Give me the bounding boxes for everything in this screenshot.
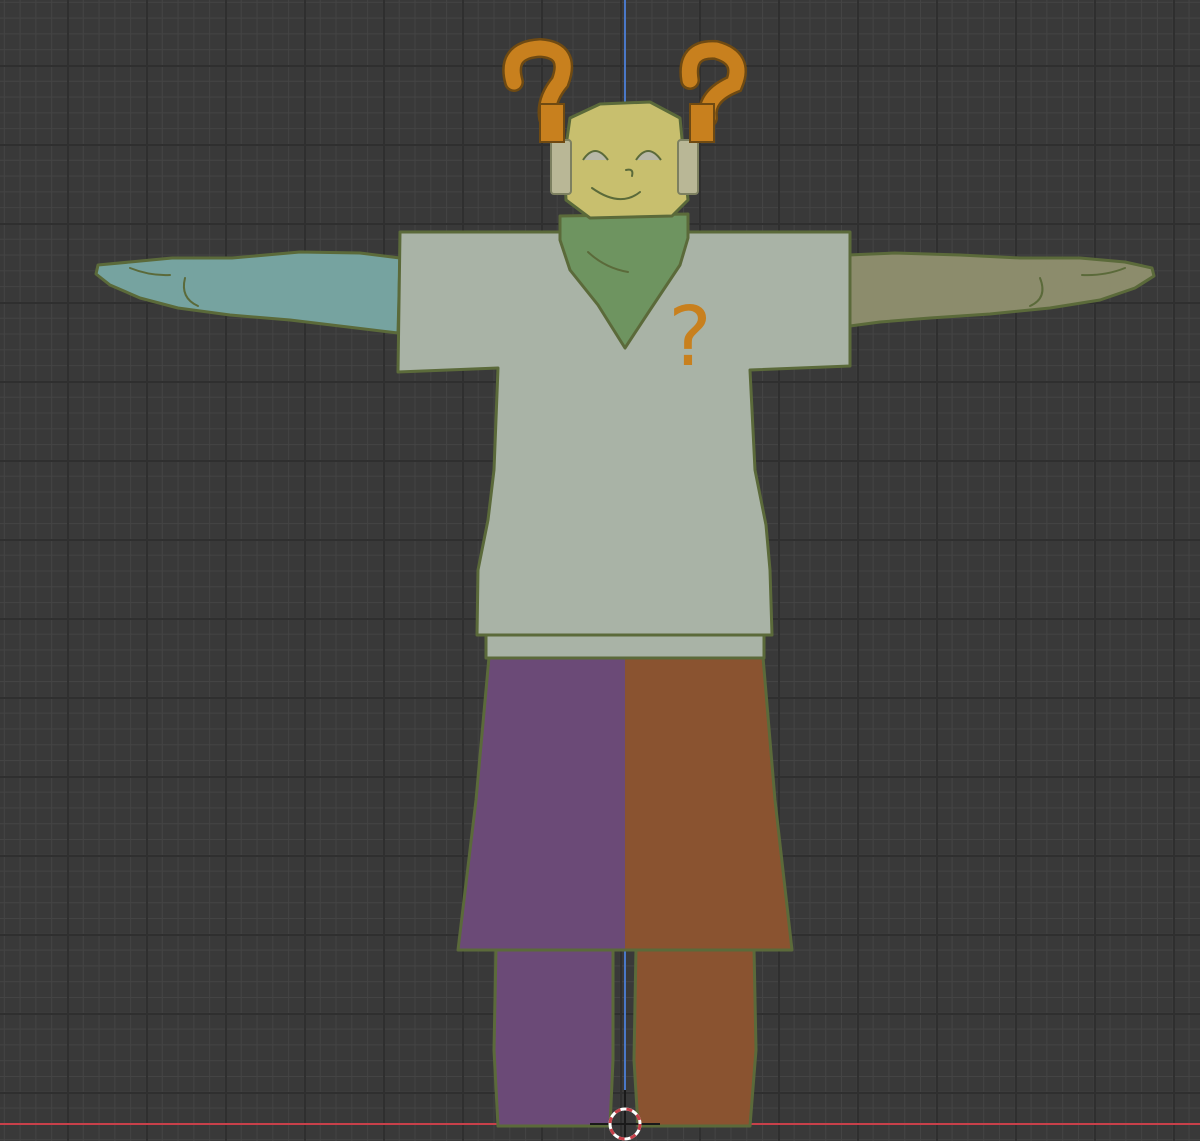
left-headphone[interactable] xyxy=(550,139,572,195)
left-skirt-panel[interactable] xyxy=(458,657,625,950)
left-arm[interactable] xyxy=(94,250,402,335)
right-headphone[interactable] xyxy=(677,139,699,195)
head[interactable] xyxy=(562,100,690,220)
question-mark-horn-left[interactable] xyxy=(502,37,574,143)
question-mark-emblem: ? xyxy=(668,290,712,385)
left-leg[interactable] xyxy=(492,946,615,1128)
right-arm[interactable] xyxy=(846,251,1156,328)
question-mark-horn-right[interactable] xyxy=(679,39,747,143)
right-leg[interactable] xyxy=(632,946,758,1128)
3d-viewport[interactable]: ? xyxy=(0,0,1200,1141)
scene-canvas[interactable]: ? xyxy=(0,0,1200,1141)
